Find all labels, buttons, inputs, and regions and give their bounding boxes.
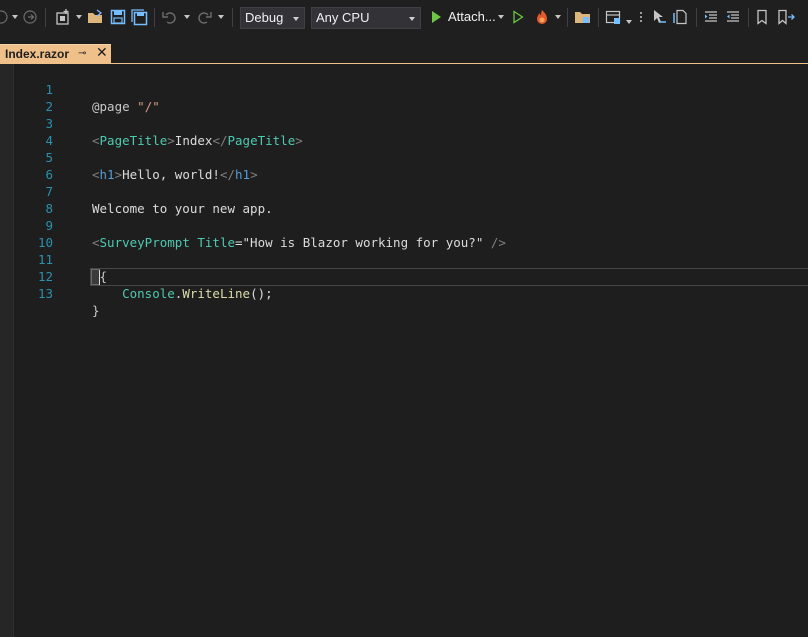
layout-icon[interactable] [604, 6, 622, 28]
attach-button[interactable]: Attach... [448, 9, 496, 24]
text-caret [99, 270, 100, 285]
bookmark-next-icon[interactable] [776, 6, 796, 28]
code-line: 11 @{ [0, 234, 808, 284]
toolbar-separator [748, 8, 749, 27]
code-line: 4 [0, 115, 808, 148]
toolbar-separator [598, 8, 599, 27]
type-name: Console [122, 286, 175, 301]
code-line: 5 <h1>Hello, world!</h1> [0, 132, 808, 182]
code-line: 13 } [0, 268, 808, 318]
new-project-icon[interactable] [53, 6, 73, 28]
toolbar-separator [154, 8, 155, 27]
attach-dropdown-icon[interactable] [498, 15, 504, 19]
line-content: } [92, 303, 100, 318]
undo-dropdown-icon[interactable] [184, 15, 190, 19]
toolbar: Debug Any CPU Attach... [0, 0, 808, 36]
save-all-icon[interactable] [130, 6, 148, 28]
code-line: 1 @page "/" [0, 64, 808, 114]
method-name: WriteLine [182, 286, 251, 301]
code-line: 9 <SurveyPrompt Title="How is Blazor wor… [0, 200, 808, 250]
back-icon[interactable] [0, 6, 10, 28]
bookmark-icon[interactable] [754, 6, 770, 28]
indent-icon[interactable] [702, 6, 720, 28]
hot-reload-dropdown-icon[interactable] [555, 15, 561, 19]
chevron-down-icon [293, 17, 299, 21]
pointer-icon[interactable] [650, 6, 668, 28]
configuration-combo[interactable]: Debug [240, 7, 305, 29]
forward-icon[interactable] [22, 6, 38, 28]
pin-icon[interactable]: ⊸ [78, 48, 86, 59]
configuration-value: Debug [245, 10, 284, 25]
start-without-debug-icon[interactable] [510, 6, 526, 28]
chevron-down-icon [409, 17, 415, 21]
close-icon[interactable]: ✕ [96, 45, 108, 61]
platform-value: Any CPU [316, 10, 370, 25]
code-line: 2 [0, 81, 808, 114]
platform-combo[interactable]: Any CPU [311, 7, 421, 29]
code-line: 8 [0, 183, 808, 216]
new-project-dropdown-icon[interactable] [76, 15, 82, 19]
tab-index-razor[interactable]: Index.razor ⊸ ✕ [0, 44, 111, 64]
tab-title: Index.razor [5, 47, 70, 61]
solution-explorer-icon[interactable] [574, 6, 592, 28]
code-line: 7 Welcome to your new app. [0, 166, 808, 216]
layout-dropdown-icon[interactable] [626, 20, 632, 24]
code-line: 6 [0, 149, 808, 182]
line-number: 13 [37, 286, 53, 301]
redo-dropdown-icon[interactable] [218, 15, 224, 19]
save-icon[interactable] [109, 6, 127, 28]
punctuation: (); [250, 286, 273, 301]
code-line: 10 [0, 217, 808, 250]
start-icon[interactable] [428, 6, 444, 28]
back-dropdown-icon[interactable] [12, 15, 18, 19]
open-folder-icon[interactable] [87, 6, 105, 28]
toolbar-separator [232, 8, 233, 27]
document-tab-strip: Index.razor ⊸ ✕ [0, 36, 808, 64]
overflow-icon[interactable] [636, 6, 646, 28]
toolbar-separator [45, 8, 46, 27]
outdent-icon[interactable] [724, 6, 742, 28]
file-icon[interactable] [672, 6, 690, 28]
toolbar-separator [696, 8, 697, 27]
toolbar-separator [567, 8, 568, 27]
code-line: 3 <PageTitle>Index</PageTitle> [0, 98, 808, 148]
code-editor[interactable]: 1 @page "/" 2 3 <PageTitle>Index</PageTi… [0, 64, 808, 637]
hot-reload-icon[interactable] [532, 6, 552, 28]
line-content: Console.WriteLine(); [92, 285, 273, 302]
redo-icon[interactable] [195, 6, 213, 28]
code-line: 12 Console.WriteLine(); [0, 251, 808, 301]
undo-icon[interactable] [161, 6, 179, 28]
